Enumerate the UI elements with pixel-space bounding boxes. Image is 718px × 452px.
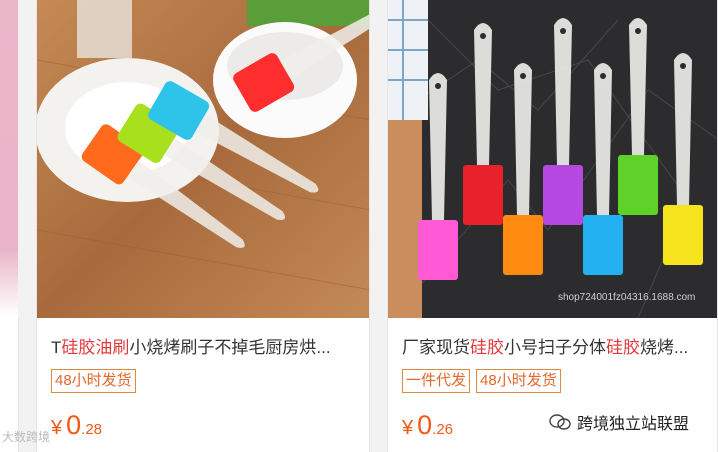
badge-list: 48小时发货 [51,369,136,393]
currency-symbol: ¥ [51,417,63,439]
price-integer: 0 [66,410,82,440]
dropship-badge: 一件代发 [402,369,471,393]
price-integer: 0 [417,410,433,440]
product-image[interactable]: shop724001fz04316.1688.com [388,0,717,318]
title-part: T [51,338,62,357]
shipping-badge: 48小时发货 [476,369,561,393]
currency-symbol: ¥ [402,417,414,439]
product-title[interactable]: T硅胶油刷小烧烤刷子不掉毛厨房烘... [51,333,359,358]
corner-watermark-label: 大数跨境 [2,430,51,444]
badge-list: 一件代发 48小时发货 [402,369,561,393]
title-highlight: 硅胶 [606,338,640,357]
price: ¥0.26 [402,410,453,441]
title-highlight: 硅胶 [470,338,504,357]
title-part: 小烧烤刷子不掉毛厨房烘... [129,338,331,357]
title-part: 烧烤... [640,338,689,357]
title-part: 厂家现货 [402,338,470,357]
product-card[interactable]: shop724001fz04316.1688.com 厂家现货硅胶小号扫子分体硅… [387,0,718,452]
price-decimal: .28 [81,421,103,438]
price-decimal: .26 [432,421,454,438]
price: ¥0.28 [51,410,102,441]
product-card[interactable]: T硅胶油刷小烧烤刷子不掉毛厨房烘... 48小时发货 ¥0.28 [36,0,370,452]
image-watermark: shop724001fz04316.1688.com [558,292,695,303]
wechat-account-label: 跨境独立站联盟 [577,416,690,433]
shipping-badge: 48小时发货 [51,369,136,393]
product-image[interactable] [37,0,369,318]
title-part: 小号扫子分体 [504,338,606,357]
title-highlight: 硅胶油刷 [61,338,130,357]
corner-watermark: 大数跨境 [2,428,50,445]
product-title[interactable]: 厂家现货硅胶小号扫子分体硅胶烧烤... [402,333,707,358]
wechat-icon [549,414,571,430]
wechat-watermark: 跨境独立站联盟 [545,408,694,436]
